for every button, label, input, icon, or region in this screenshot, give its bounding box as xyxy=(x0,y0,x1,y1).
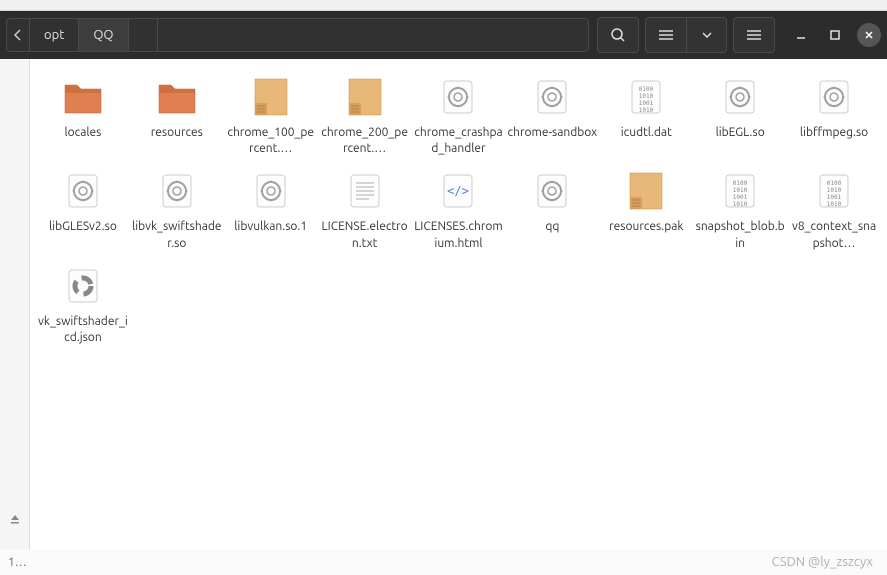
view-dropdown-button[interactable] xyxy=(686,18,726,52)
menu-button[interactable] xyxy=(734,18,774,52)
executable-icon xyxy=(716,73,764,121)
file-item[interactable]: snapshot_blob.bin xyxy=(693,163,787,255)
file-label: libvk_swiftshader.so xyxy=(132,219,222,251)
path-root[interactable] xyxy=(7,19,30,51)
file-item[interactable]: v8_context_snapshot… xyxy=(787,163,881,255)
file-label: v8_context_snapshot… xyxy=(789,219,879,251)
executable-icon xyxy=(434,73,482,121)
file-item[interactable]: vk_swiftshader_icd.json xyxy=(36,258,130,350)
file-item[interactable]: libGLESv2.so xyxy=(36,163,130,255)
close-button[interactable] xyxy=(857,23,881,47)
file-item[interactable]: chrome_100_percent.… xyxy=(224,69,318,161)
eject-button[interactable] xyxy=(0,499,29,539)
file-label: libEGL.so xyxy=(716,125,765,141)
file-label: locales xyxy=(65,125,102,141)
breadcrumb-opt[interactable]: opt xyxy=(30,19,79,51)
header-toolbar: opt QQ xyxy=(0,11,887,59)
list-icon xyxy=(658,29,674,41)
file-item[interactable]: icudtl.dat xyxy=(599,69,693,161)
file-item[interactable]: libEGL.so xyxy=(693,69,787,161)
file-item[interactable]: qq xyxy=(505,163,599,255)
file-item[interactable]: libvk_swiftshader.so xyxy=(130,163,224,255)
breadcrumb-qq[interactable]: QQ xyxy=(79,19,128,51)
file-label: LICENSES.chromium.html xyxy=(414,219,504,251)
file-item[interactable]: chrome-sandbox xyxy=(505,69,599,161)
json-icon xyxy=(59,262,107,310)
html-icon xyxy=(434,167,482,215)
file-label: chrome_crashpad_handler xyxy=(414,125,504,157)
path-bar: opt QQ xyxy=(6,18,589,52)
executable-icon xyxy=(528,73,576,121)
file-label: chrome_200_percent.… xyxy=(320,125,410,157)
view-list-button[interactable] xyxy=(646,18,686,52)
file-item[interactable]: LICENSES.chromium.html xyxy=(412,163,506,255)
package-icon xyxy=(622,167,670,215)
file-label: chrome-sandbox xyxy=(508,125,598,141)
binary-icon xyxy=(622,73,670,121)
hamburger-icon xyxy=(746,29,762,41)
file-item[interactable]: resources xyxy=(130,69,224,161)
watermark: CSDN @ly_zszcyx xyxy=(772,555,873,569)
executable-icon xyxy=(528,167,576,215)
file-item[interactable]: locales xyxy=(36,69,130,161)
package-icon xyxy=(247,73,295,121)
file-label: libGLESv2.so xyxy=(49,219,117,235)
maximize-button[interactable] xyxy=(823,23,847,47)
file-label: LICENSE.electron.txt xyxy=(320,219,410,251)
status-text: 1… xyxy=(8,556,27,569)
sidebar xyxy=(0,59,30,549)
file-grid: locales resources chrome_100_percent.… c… xyxy=(30,59,887,549)
executable-icon xyxy=(59,167,107,215)
minimize-button[interactable] xyxy=(789,23,813,47)
folder-icon xyxy=(59,73,107,121)
file-label: libvulkan.so.1 xyxy=(234,219,307,235)
executable-icon xyxy=(247,167,295,215)
binary-icon xyxy=(810,167,858,215)
file-item[interactable]: chrome_crashpad_handler xyxy=(412,69,506,161)
folder-icon xyxy=(153,73,201,121)
chevron-down-icon xyxy=(702,32,712,38)
search-button[interactable] xyxy=(598,18,638,52)
executable-icon xyxy=(153,167,201,215)
file-label: vk_swiftshader_icd.json xyxy=(38,314,128,346)
package-icon xyxy=(341,73,389,121)
search-icon xyxy=(610,27,626,43)
file-label: snapshot_blob.bin xyxy=(695,219,785,251)
menubar-edge xyxy=(0,0,887,11)
close-icon xyxy=(863,29,875,41)
file-item[interactable]: chrome_200_percent.… xyxy=(318,69,412,161)
file-label: resources.pak xyxy=(609,219,683,235)
window-controls xyxy=(789,17,881,53)
toolbar-actions xyxy=(591,17,881,53)
file-label: qq xyxy=(545,219,559,235)
executable-icon xyxy=(810,73,858,121)
text-icon xyxy=(341,167,389,215)
file-item[interactable]: LICENSE.electron.txt xyxy=(318,163,412,255)
status-bar: 1… xyxy=(0,549,887,575)
file-label: libffmpeg.so xyxy=(800,125,868,141)
path-dropdown[interactable] xyxy=(129,19,158,51)
maximize-icon xyxy=(829,29,841,41)
file-item[interactable]: resources.pak xyxy=(599,163,693,255)
file-label: chrome_100_percent.… xyxy=(226,125,316,157)
eject-icon xyxy=(9,513,21,525)
minimize-icon xyxy=(795,29,807,41)
binary-icon xyxy=(716,167,764,215)
file-label: resources xyxy=(151,125,203,141)
file-item[interactable]: libffmpeg.so xyxy=(787,69,881,161)
file-item[interactable]: libvulkan.so.1 xyxy=(224,163,318,255)
file-label: icudtl.dat xyxy=(621,125,672,141)
